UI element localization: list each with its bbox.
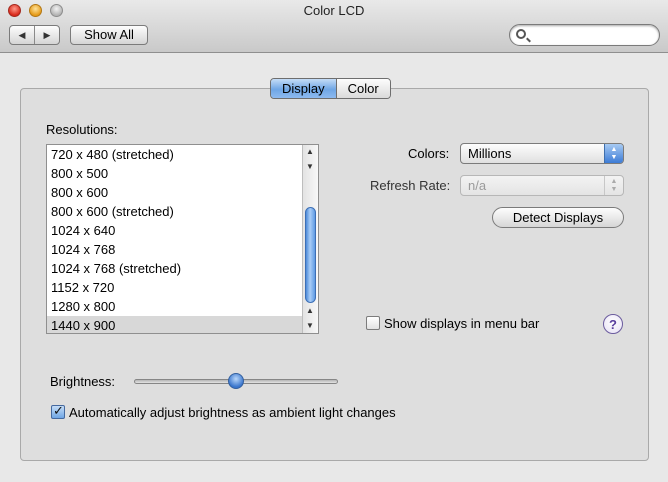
auto-brightness-label: Automatically adjust brightness as ambie…: [69, 405, 396, 420]
scroll-down-arrow-icon[interactable]: ▼: [306, 321, 314, 330]
window-toolbar: Color LCD ◀ ▶ Show All: [0, 0, 668, 53]
refresh-rate-popup[interactable]: n/a ▲ ▼: [460, 175, 624, 196]
colors-label: Colors:: [408, 146, 450, 161]
brightness-slider-knob[interactable]: [228, 373, 244, 389]
help-icon[interactable]: ?: [603, 314, 623, 334]
show-in-menu-bar-checkbox[interactable]: [366, 316, 380, 330]
scrollbar-thumb[interactable]: [305, 207, 316, 303]
list-item[interactable]: 800 x 600: [47, 183, 303, 202]
list-item[interactable]: 1024 x 768 (stretched): [47, 259, 303, 278]
navigation-segment: ◀ ▶: [9, 25, 60, 45]
tab-display[interactable]: Display: [271, 79, 337, 98]
scroll-up-arrow-icon[interactable]: ▲: [306, 306, 314, 315]
refresh-rate-value: n/a: [468, 178, 487, 193]
show-in-menu-bar-label: Show displays in menu bar: [384, 316, 540, 331]
popup-stepper-icon: ▲ ▼: [604, 176, 623, 195]
list-scrollbar[interactable]: ▲ ▼ ▲ ▼: [302, 145, 318, 333]
list-item[interactable]: 800 x 600 (stretched): [47, 202, 303, 221]
detect-displays-button[interactable]: Detect Displays: [492, 207, 624, 228]
refresh-rate-label: Refresh Rate:: [370, 178, 451, 193]
tab-bar: Display Color: [270, 78, 391, 99]
list-item[interactable]: 1024 x 768: [47, 240, 303, 259]
list-item[interactable]: 1024 x 640: [47, 221, 303, 240]
resolutions-label: Resolutions:: [46, 122, 118, 137]
window-title: Color LCD: [303, 3, 365, 18]
colors-popup[interactable]: Millions ▲ ▼: [460, 143, 624, 164]
scroll-down-arrow-icon[interactable]: ▼: [306, 162, 314, 171]
back-icon[interactable]: ◀: [10, 26, 35, 44]
forward-icon[interactable]: ▶: [35, 26, 59, 44]
auto-brightness-checkbox[interactable]: ✓: [51, 403, 65, 419]
list-item[interactable]: 720 x 480 (stretched): [47, 145, 303, 164]
list-item[interactable]: 800 x 500: [47, 164, 303, 183]
list-item[interactable]: 1280 x 800: [47, 297, 303, 316]
search-field[interactable]: [509, 24, 660, 46]
list-item[interactable]: 1152 x 720: [47, 278, 303, 297]
scroll-up-arrow-icon[interactable]: ▲: [306, 147, 314, 156]
resolutions-list[interactable]: 720 x 480 (stretched) 800 x 500 800 x 60…: [46, 144, 319, 334]
search-icon: [516, 29, 526, 39]
checkmark-icon: ✓: [53, 403, 64, 418]
list-item-selected[interactable]: 1440 x 900: [47, 316, 303, 333]
search-input[interactable]: [532, 27, 654, 43]
popup-stepper-icon: ▲ ▼: [604, 144, 623, 163]
show-all-button[interactable]: Show All: [70, 25, 148, 45]
tab-color[interactable]: Color: [336, 79, 390, 98]
colors-value: Millions: [468, 146, 512, 161]
brightness-label: Brightness:: [50, 374, 116, 389]
